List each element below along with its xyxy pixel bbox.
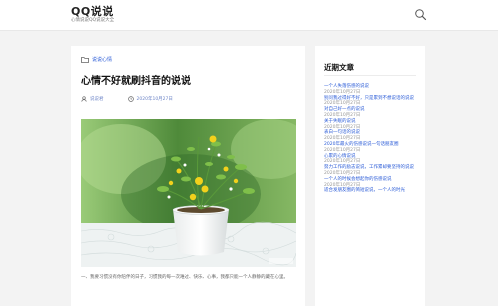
flower-pot-image xyxy=(81,119,296,267)
post-featured-image[interactable] xyxy=(81,119,296,267)
site-header: QQ说说 心情说说QQ说说大全 xyxy=(0,0,498,31)
sidebar-divider xyxy=(324,75,416,76)
post-title[interactable]: 心情不好就刷抖音的说说 xyxy=(81,72,191,87)
folder-icon xyxy=(81,56,89,63)
list-item: 适合发朋友圈的简短说说，一个人的时光 xyxy=(324,188,420,194)
sidebar-title: 近期文章 xyxy=(324,63,354,72)
list-item: 努力工作的励志说说，工作累却要坚持的说说 2020年10月27日 xyxy=(324,165,420,177)
post-category-label[interactable]: 说说心情 xyxy=(92,56,112,63)
recent-post-link[interactable]: 适合发朋友圈的简短说说，一个人的时光 xyxy=(324,188,420,194)
recent-posts-list: 一个人失落伤感的说说 2020年10月27日 别问我过得好不好，只是累到不想说话… xyxy=(324,84,420,194)
post-date[interactable]: 2020年10月27日 xyxy=(137,96,173,102)
clock-icon xyxy=(127,96,134,102)
list-item: 2020年最火的伤感说说一句话朋友圈 2020年10月27日 xyxy=(324,142,420,154)
sidebar: 近期文章 一个人失落伤感的说说 2020年10月27日 别问我过得好不好，只是累… xyxy=(315,46,425,306)
post-category[interactable]: 说说心情 xyxy=(81,56,112,63)
list-item: 对自己好一点的说说 2020年10月27日 xyxy=(324,107,420,119)
list-item: 一个人失落伤感的说说 2020年10月27日 xyxy=(324,84,420,96)
post-meta: 说说君 2020年10月27日 xyxy=(81,96,173,102)
post-excerpt: 一、我要习惯没有你陪伴的日子，习惯我的每一次难过、快乐、心事，我都只能一个人静静… xyxy=(81,275,288,280)
site-description: 心情说说QQ说说大全 xyxy=(71,18,115,23)
search-icon xyxy=(415,9,427,21)
list-item: 表白一句话的说说 2020年10月27日 xyxy=(324,130,420,142)
list-item: 心累的心情说说 2020年10月27日 xyxy=(324,154,420,166)
post-author[interactable]: 说说君 xyxy=(90,96,104,102)
post-card: 说说心情 心情不好就刷抖音的说说 说说君 2020年10月27日 一、我要习惯没… xyxy=(71,46,305,306)
user-icon xyxy=(81,96,87,102)
list-item: 一个人的时候会想起你的伤感说说 2020年10月27日 xyxy=(324,177,420,189)
list-item: 别问我过得好不好，只是累到不想说话的说说 2020年10月27日 xyxy=(324,96,420,108)
search-button[interactable] xyxy=(414,8,427,21)
list-item: 关于失眠的说说 2020年10月27日 xyxy=(324,119,420,131)
